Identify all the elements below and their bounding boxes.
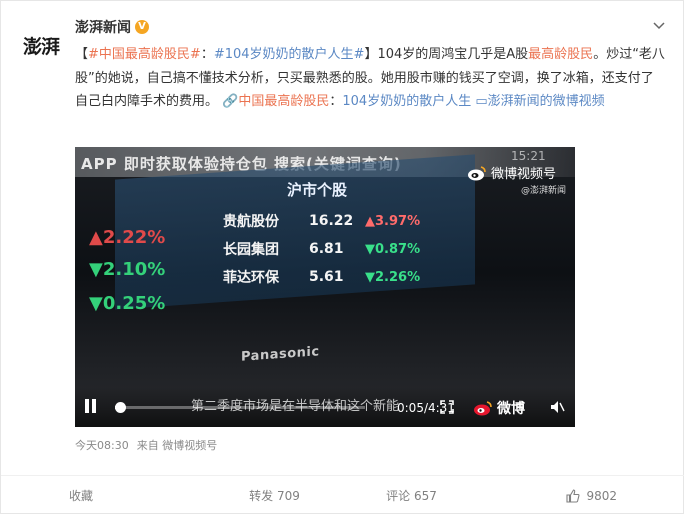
post-meta: 今天08:30 来自 微博视频号 xyxy=(75,437,217,453)
stock-change: ▼0.87% xyxy=(365,241,421,257)
separator: ： xyxy=(200,47,214,62)
stock-name: 长园集团 xyxy=(223,242,279,258)
topic-link[interactable]: 104岁奶奶的散户人生 xyxy=(342,94,471,109)
left-ticker: ▼0.25% xyxy=(89,293,166,314)
topic-link[interactable]: 中国最高龄股民 xyxy=(238,94,329,109)
stock-change: ▲3.97% xyxy=(365,213,421,229)
like-count: 9802 xyxy=(586,488,617,503)
post-body: 104岁的周鸿宝几乎是A股 xyxy=(377,47,529,62)
fullscreen-icon[interactable] xyxy=(439,399,455,415)
comment-button[interactable]: 评论 657 xyxy=(343,476,480,514)
verified-icon: V xyxy=(135,20,149,34)
watermark-text: 微博 xyxy=(497,401,525,417)
left-ticker: ▼2.10% xyxy=(89,259,166,280)
post-timestamp[interactable]: 今天08:30 xyxy=(75,437,129,453)
link-icon: 🔗 xyxy=(222,94,239,109)
progress-bar[interactable] xyxy=(115,402,365,413)
hashtag-link[interactable]: #中国最高龄股民# xyxy=(88,47,201,62)
favorite-label: 收藏 xyxy=(69,489,94,503)
progress-knob[interactable] xyxy=(115,402,126,413)
like-button[interactable]: 9802 xyxy=(480,476,684,514)
bracket-open: 【 xyxy=(75,47,89,62)
repost-label: 转发 709 xyxy=(249,489,300,503)
stock-row: 菲达环保 5.61 ▼2.26% xyxy=(223,265,425,289)
chevron-down-icon[interactable] xyxy=(653,19,665,31)
avatar[interactable]: 澎湃 xyxy=(17,25,65,65)
video-watermark-bottom: 微博 xyxy=(473,398,525,418)
watermark-text: 微博视频号 xyxy=(491,167,557,182)
favorite-button[interactable]: 收藏 xyxy=(1,476,206,514)
action-bar: 收藏 转发 709 评论 657 9802 xyxy=(1,476,684,514)
thumbs-up-icon xyxy=(566,488,580,503)
stock-name: 贵航股份 xyxy=(223,214,279,230)
repost-button[interactable]: 转发 709 xyxy=(206,476,343,514)
weibo-post-card: 澎湃 澎湃新闻 V 【#中国最高龄股民#：#104岁奶奶的散户人生#】104岁的… xyxy=(0,0,684,514)
video-subtitle: 第二季度市场是在半导体和这个新能 xyxy=(191,399,400,414)
left-ticker: ▲2.22% xyxy=(89,227,166,248)
pause-button[interactable] xyxy=(85,399,101,415)
post-text: 【#中国最高龄股民#：#104岁奶奶的散户人生#】104岁的周鸿宝几乎是A股最高… xyxy=(75,43,665,114)
stock-row: 长园集团 6.81 ▼0.87% xyxy=(223,237,425,261)
comment-label: 评论 657 xyxy=(386,489,437,503)
stock-price: 5.61 xyxy=(309,269,344,285)
weibo-logo-icon xyxy=(473,400,493,416)
watermark-handle: @澎湃新闻 xyxy=(521,186,567,196)
video-link-icon: ▭ xyxy=(475,94,488,109)
stock-row: 贵航股份 16.22 ▲3.97% xyxy=(223,209,425,233)
stock-price: 16.22 xyxy=(309,213,354,229)
video-tv-clock: 15:21 xyxy=(511,149,546,163)
highlight-text: 最高龄股民 xyxy=(528,47,594,62)
weibo-logo-icon xyxy=(467,165,487,181)
video-source-link[interactable]: 澎湃新闻的微博视频 xyxy=(488,94,605,109)
video-player[interactable]: APP 即时获取体验持仓包 搜索(关键词查询) 15:21 ▲2.22% ▼2.… xyxy=(75,147,575,427)
post-source[interactable]: 来自 微博视频号 xyxy=(137,437,218,453)
video-controls: 第二季度市场是在半导体和这个新能 0:05/4:31 微博 xyxy=(75,387,575,427)
stock-price: 6.81 xyxy=(309,241,344,257)
market-title: 沪市个股 xyxy=(287,181,348,199)
volume-muted-icon[interactable] xyxy=(549,399,565,415)
bracket-close: 】 xyxy=(364,47,378,62)
stock-change: ▼2.26% xyxy=(365,269,421,285)
separator: ： xyxy=(329,94,343,109)
video-watermark: 微博视频号 xyxy=(467,163,556,182)
author-name[interactable]: 澎湃新闻 xyxy=(75,17,131,37)
post-header: 澎湃新闻 V xyxy=(75,17,149,37)
hashtag-link[interactable]: #104岁奶奶的散户人生# xyxy=(214,47,365,62)
stock-name: 菲达环保 xyxy=(223,270,279,286)
